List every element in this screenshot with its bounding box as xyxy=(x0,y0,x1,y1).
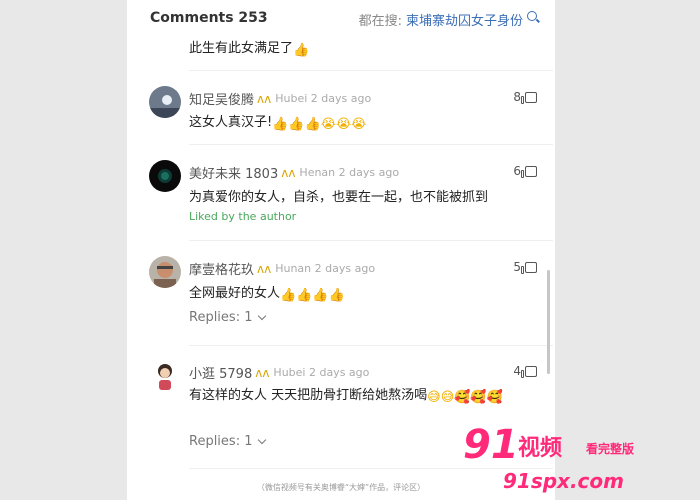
divider xyxy=(189,240,553,241)
liked-by-author-label: Liked by the author xyxy=(189,210,297,223)
like-count: 6 xyxy=(513,164,521,178)
watermark-digits: 91 xyxy=(463,422,519,468)
replies-label: Replies: 1 xyxy=(189,434,253,449)
divider xyxy=(189,70,553,71)
comment-text: 此生有此女满足了👍 xyxy=(189,41,310,58)
watermark-tag: 看完整版 xyxy=(586,442,635,456)
replies-label: Replies: 1 xyxy=(189,310,253,325)
like-count: 4 xyxy=(513,364,521,378)
scrollbar[interactable] xyxy=(547,270,550,374)
comments-header: Comments 253 都在搜: 柬埔寨劫囚女子身份 xyxy=(127,0,555,38)
comment-header: 知足吴俊腾 ʌʌ Hubei 2 days ago xyxy=(189,89,372,109)
thumbs-up-icon xyxy=(521,165,537,178)
comment-header: 摩壹格花玖 ʌʌ Hunan 2 days ago xyxy=(189,259,376,279)
divider xyxy=(189,345,553,346)
comment-meta: Hunan 2 days ago xyxy=(275,262,376,275)
comment-meta: Hubei 2 days ago xyxy=(273,366,370,379)
comment-header: 小逛 5798 ʌʌ Hubei 2 days ago xyxy=(189,363,370,383)
comment-text: 为真爱你的女人，自杀，也要在一起，也不能被抓到 xyxy=(189,190,489,205)
like-button[interactable]: 5 xyxy=(513,260,537,274)
comment-meta: Henan 2 days ago xyxy=(299,166,400,179)
chevron-down-icon xyxy=(258,435,267,444)
comment-text: 全网最好的女人👍👍👍👍 xyxy=(189,286,345,303)
username[interactable]: 摩壹格花玖 xyxy=(189,259,254,278)
thumbs-up-icon xyxy=(521,365,537,378)
search-icon[interactable] xyxy=(527,10,537,21)
laurel-badge-icon: ʌʌ xyxy=(281,165,296,180)
comment-meta: Hubei 2 days ago xyxy=(275,92,372,105)
username[interactable]: 小逛 5798 xyxy=(189,363,252,382)
chevron-down-icon xyxy=(258,311,267,320)
avatar[interactable] xyxy=(149,256,181,288)
laurel-badge-icon: ʌʌ xyxy=(257,91,272,106)
thumbs-up-icon xyxy=(521,91,537,104)
avatar[interactable] xyxy=(149,86,181,118)
like-button[interactable]: 4 xyxy=(513,364,537,378)
like-button[interactable]: 8 xyxy=(513,90,537,104)
divider xyxy=(189,144,553,145)
thumbs-up-icon xyxy=(521,261,537,274)
username[interactable]: 知足吴俊腾 xyxy=(189,89,254,108)
username[interactable]: 美好未来 1803 xyxy=(189,163,278,182)
hot-search-prefix: 都在搜: xyxy=(358,14,402,29)
laurel-badge-icon: ʌʌ xyxy=(257,261,272,276)
emoji-row: 😅😅🥰🥰🥰 xyxy=(427,390,503,405)
replies-toggle[interactable]: Replies: 1 xyxy=(189,434,267,449)
avatar[interactable] xyxy=(149,160,181,192)
like-button[interactable]: 6 xyxy=(513,164,537,178)
comments-count-title: Comments 253 xyxy=(150,10,268,26)
hot-search-keyword[interactable]: 柬埔寨劫囚女子身份 xyxy=(406,10,523,29)
comment-text: 有这样的女人 天天把肋骨打断给她熬汤喝😅😅🥰🥰🥰 xyxy=(189,386,539,408)
site-watermark: 91 视频 看完整版 91spx.com xyxy=(463,425,693,495)
replies-toggle[interactable]: Replies: 1 xyxy=(189,310,267,325)
emoji-row: 👍👍👍😭😭😭 xyxy=(272,117,367,132)
like-count: 8 xyxy=(513,90,521,104)
watermark-cn: 视频 xyxy=(518,436,563,461)
thumbs-up-emoji: 👍 xyxy=(293,43,310,58)
laurel-badge-icon: ʌʌ xyxy=(255,365,270,380)
comment-text: 这女人真汉子!👍👍👍😭😭😭 xyxy=(189,115,367,132)
avatar[interactable] xyxy=(149,360,181,392)
comment-header: 美好未来 1803 ʌʌ Henan 2 days ago xyxy=(189,163,400,183)
like-count: 5 xyxy=(513,260,521,274)
watermark-url: 91spx.com xyxy=(503,469,624,493)
hot-search[interactable]: 都在搜: 柬埔寨劫囚女子身份 xyxy=(359,10,537,29)
emoji-row: 👍👍👍👍 xyxy=(280,288,345,303)
